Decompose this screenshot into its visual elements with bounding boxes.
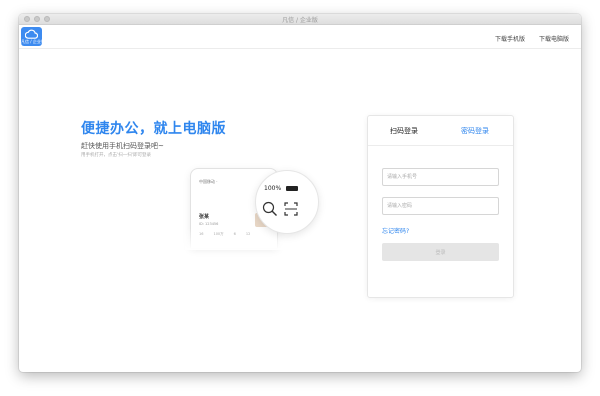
search-icon bbox=[262, 201, 277, 216]
tab-qr-login[interactable]: 扫码登录 bbox=[390, 126, 418, 136]
cloud-icon bbox=[25, 29, 38, 39]
app-header: 凡信 / 企业版 下载手机版 下载电脑版 bbox=[19, 25, 581, 49]
login-card: 扫码登录 密码登录 忘记密码? 登录 bbox=[367, 115, 514, 298]
magnifier-illustration: 100% bbox=[255, 170, 319, 234]
scan-icon bbox=[284, 202, 298, 216]
phone-input[interactable] bbox=[382, 168, 499, 186]
window-title: 凡信 / 企业版 bbox=[282, 17, 318, 24]
header-links: 下载手机版 下载电脑版 bbox=[495, 34, 569, 43]
hero-subtitle: 赶快使用手机扫码登录吧~ bbox=[81, 142, 164, 150]
phone-profile-name: 张某 bbox=[199, 214, 210, 220]
zoom-percent-text: 100% bbox=[264, 185, 282, 192]
download-desktop-link[interactable]: 下载电脑版 bbox=[539, 34, 569, 43]
tab-password-login[interactable]: 密码登录 bbox=[461, 126, 489, 136]
phone-fade bbox=[185, 228, 285, 250]
phone-status-text: 中国移动 · bbox=[199, 179, 218, 184]
battery-icon bbox=[286, 186, 298, 191]
login-button[interactable]: 登录 bbox=[382, 243, 499, 261]
logo-text: 凡信 / 企业版 bbox=[21, 39, 45, 44]
phone-profile-sub: ID: 123456 bbox=[199, 222, 219, 226]
app-logo[interactable]: 凡信 / 企业版 bbox=[21, 27, 45, 46]
hero-note: 用手机打开，点击'扫一扫'即可登录 bbox=[81, 153, 151, 158]
forgot-password-link[interactable]: 忘记密码? bbox=[382, 226, 409, 235]
password-input[interactable] bbox=[382, 197, 499, 215]
title-bar: 凡信 / 企业版 bbox=[19, 14, 581, 25]
login-tabs: 扫码登录 密码登录 bbox=[368, 116, 513, 146]
download-mobile-link[interactable]: 下载手机版 bbox=[495, 34, 525, 43]
hero-title: 便捷办公，就上电脑版 bbox=[81, 121, 226, 137]
